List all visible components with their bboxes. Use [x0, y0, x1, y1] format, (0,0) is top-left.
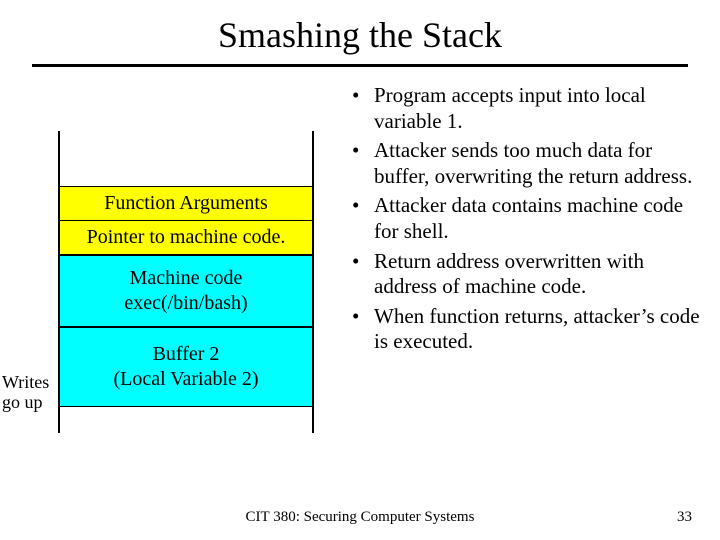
stack-cell-buffer2: Buffer 2 (Local Variable 2): [60, 328, 312, 407]
stack-gap-top: [60, 131, 312, 187]
bullet-text: Attacker sends too much data for buffer,…: [374, 138, 700, 189]
bullets-column: • Program accepts input into local varia…: [340, 83, 700, 359]
stack-cell-machine-code: Machine code exec(/bin/bash): [60, 256, 312, 328]
content-area: Writes go up Function Arguments Pointer …: [0, 83, 720, 433]
slide-title: Smashing the Stack: [0, 0, 720, 64]
stack-gap-bottom: [60, 407, 312, 433]
bullet-item: • Attacker sends too much data for buffe…: [352, 138, 700, 189]
bullet-text: Attacker data contains machine code for …: [374, 193, 700, 244]
stack-cell-arguments: Function Arguments: [60, 187, 312, 221]
bullet-item: • Attacker data contains machine code fo…: [352, 193, 700, 244]
bullet-text: When function returns, attacker’s code i…: [374, 304, 700, 355]
bullet-text: Program accepts input into local variabl…: [374, 83, 700, 134]
writes-go-up-label: Writes go up: [2, 372, 56, 413]
stack-column: Writes go up Function Arguments Pointer …: [0, 83, 340, 433]
stack-cell-mc-line2: exec(/bin/bash): [124, 292, 247, 314]
stack-diagram: Function Arguments Pointer to machine co…: [58, 131, 314, 433]
bullet-list: • Program accepts input into local varia…: [352, 83, 700, 355]
bullet-dot-icon: •: [352, 304, 374, 355]
bullet-dot-icon: •: [352, 193, 374, 244]
stack-cell-buf-line1: Buffer 2: [153, 343, 220, 365]
bullet-dot-icon: •: [352, 249, 374, 300]
bullet-dot-icon: •: [352, 83, 374, 134]
bullet-text: Return address overwritten with address …: [374, 249, 700, 300]
footer-course: CIT 380: Securing Computer Systems: [0, 509, 720, 526]
stack-cell-return-pointer: Pointer to machine code.: [60, 221, 312, 256]
bullet-item: • When function returns, attacker’s code…: [352, 304, 700, 355]
title-rule: [32, 64, 688, 67]
bullet-dot-icon: •: [352, 138, 374, 189]
stack-cell-buf-line2: (Local Variable 2): [113, 368, 258, 390]
footer-page-number: 33: [677, 509, 692, 526]
stack-cell-mc-line1: Machine code: [130, 267, 243, 289]
bullet-item: • Return address overwritten with addres…: [352, 249, 700, 300]
bullet-item: • Program accepts input into local varia…: [352, 83, 700, 134]
